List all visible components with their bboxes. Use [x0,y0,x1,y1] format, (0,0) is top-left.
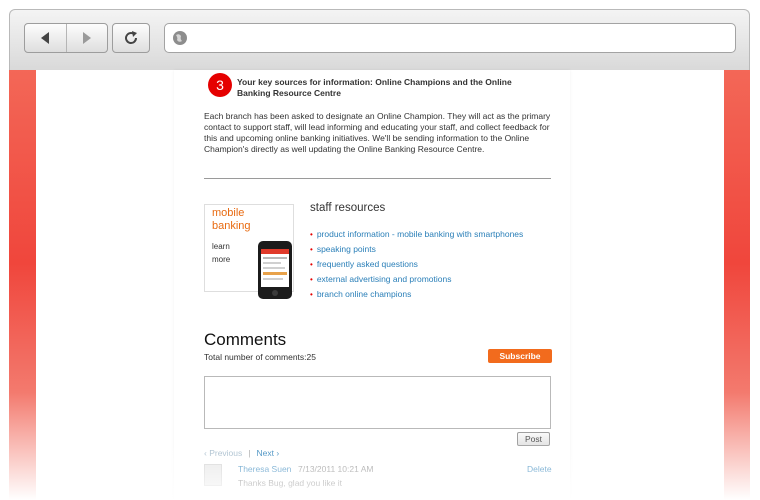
left-frame-border [9,70,36,500]
list-item: • product information - mobile banking wi… [310,229,523,244]
post-button[interactable]: Post [517,432,550,446]
comment-count: Total number of comments:25 [204,352,316,362]
comments-pager: ‹ Previous | Next › [204,448,279,458]
staff-resources-list: • product information - mobile banking wi… [310,229,523,304]
resource-link[interactable]: branch online champions [317,289,412,299]
list-item: • speaking points [310,244,523,259]
resource-link[interactable]: product information - mobile banking wit… [317,229,523,239]
bullet-icon: • [310,230,313,239]
learn-more-line2: more [212,255,231,264]
list-item: • branch online champions [310,289,523,304]
browser-toolbar [9,9,750,70]
forward-button[interactable] [65,24,108,52]
bullet-icon: • [310,245,313,254]
resource-link[interactable]: external advertising and promotions [317,274,452,284]
pager-separator: | [248,448,251,458]
promo-title-line1: mobile [212,207,245,219]
forward-arrow-icon [82,32,91,44]
learn-more-line1: learn [212,242,230,251]
next-link[interactable]: Next › [256,448,279,458]
bullet-icon: • [310,290,313,299]
learn-more-link[interactable]: learn more [212,240,246,266]
subscribe-button[interactable]: Subscribe [488,349,552,363]
bullet-icon: • [310,275,313,284]
step-number-badge: 3 [208,73,232,97]
section-divider [204,178,551,179]
comment-input[interactable] [204,376,551,429]
comment-author[interactable]: Theresa Suen [238,464,291,474]
section-title: Your key sources for information: Online… [237,77,512,98]
promo-title-line2: banking [212,220,251,232]
smartphone-icon [258,241,292,299]
history-buttons [24,23,108,53]
delete-comment-link[interactable]: Delete [527,464,552,474]
list-item: • external advertising and promotions [310,274,523,289]
comment-text: Thanks Bug, glad you like it [238,478,342,488]
comment-timestamp: 7/13/2011 10:21 AM [298,464,374,474]
resource-link[interactable]: frequently asked questions [317,259,418,269]
bullet-icon: • [310,260,313,269]
address-input[interactable] [195,29,729,49]
list-item: • frequently asked questions [310,259,523,274]
right-frame-border [724,70,750,500]
previous-link[interactable]: ‹ Previous [204,448,242,458]
section-body: Each branch has been asked to designate … [204,111,551,154]
comments-heading: Comments [204,330,287,349]
staff-resources-title: staff resources [310,202,386,214]
mobile-banking-promo[interactable]: mobile banking learn more [204,204,294,299]
globe-icon [173,31,187,45]
avatar [204,464,222,486]
reload-button[interactable] [112,23,150,53]
reload-icon [125,31,138,44]
back-arrow-icon [41,32,50,44]
address-bar[interactable] [164,23,736,53]
resource-link[interactable]: speaking points [317,244,376,254]
back-button[interactable] [25,24,66,52]
promo-title: mobile banking [212,207,272,233]
